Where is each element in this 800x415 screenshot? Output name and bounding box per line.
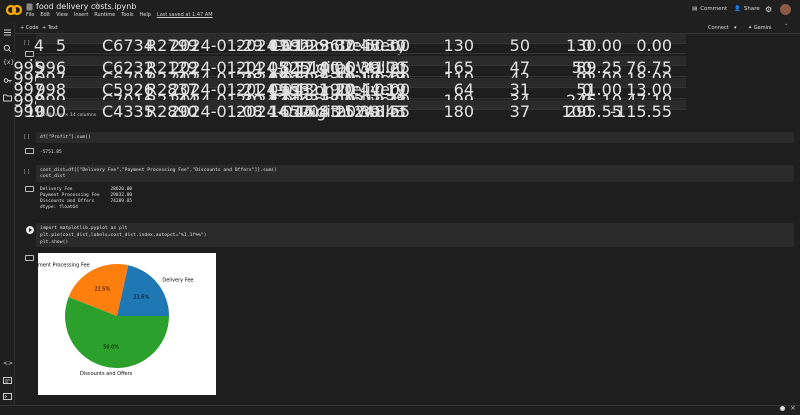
comment-label: Comment — [700, 6, 728, 12]
pie-category-label: Delivery Fee — [162, 277, 193, 283]
collapse-chevron-up-icon[interactable]: ˄ — [785, 24, 788, 30]
comment-icon: ▤ — [692, 6, 698, 12]
menu-edit[interactable]: Edit — [40, 12, 50, 18]
share-button[interactable]: 👤 Share — [734, 6, 760, 12]
cell-1-output: -5751.85 — [40, 150, 62, 155]
menu-file[interactable]: File — [26, 12, 34, 18]
add-code-button[interactable]: + Code — [20, 25, 39, 31]
last-saved-link[interactable]: Last saved at 1:47 AM — [157, 12, 213, 18]
files-folder-icon[interactable] — [3, 93, 12, 102]
pie-category-label: Payment Processing Fee — [38, 263, 90, 269]
table-cell: 248.55 — [354, 102, 410, 121]
share-icon: 👤 — [734, 6, 741, 12]
pie-category-label: Discounts and Offers — [80, 371, 133, 377]
code-line: cost_dist=df[["Delivery Fee","Payment Pr… — [40, 168, 278, 173]
star-icon[interactable]: ☆ — [93, 1, 101, 11]
close-icon[interactable]: × — [790, 404, 796, 412]
drive-file-icon — [26, 3, 33, 11]
avatar[interactable] — [780, 4, 791, 15]
table-row: 995 996 C6232 R2129 2024-01-14 05:57:00 2024-… — [13, 56, 686, 77]
comment-button[interactable]: ▤ Comment — [692, 6, 727, 12]
pie-percent-label: 56.0% — [103, 345, 119, 351]
toolbar — [0, 22, 800, 34]
menu-view[interactable]: View — [56, 12, 68, 18]
gemini-button[interactable]: ✦ Gemini — [748, 25, 772, 31]
code-view-icon[interactable]: <> — [3, 360, 13, 367]
menu-tools[interactable]: Tools — [121, 12, 133, 18]
settings-gear-icon[interactable]: ⚙ — [765, 5, 772, 14]
add-text-button[interactable]: + Text — [42, 25, 58, 31]
menu-help[interactable]: Help — [140, 12, 151, 18]
code-line: import matplotlib.pyplot as plt — [40, 226, 128, 231]
code-cell-1[interactable] — [36, 132, 794, 143]
connect-button[interactable]: Connect — [708, 25, 729, 31]
code-line: df["Profit"].sum() — [40, 135, 91, 140]
share-label: Share — [743, 6, 760, 12]
secrets-key-icon[interactable] — [3, 76, 12, 85]
code-line: plt.show() — [40, 240, 69, 245]
code-line: plt.pie(cost_dist,labels=cost_dist.index… — [40, 233, 207, 238]
table-row: 4 5 C6734 R2799 2024-01-29 01:19:36 2024-01-2… — [34, 34, 686, 55]
dataframe-shape: 1000 rows × 14 columns — [40, 113, 97, 118]
pie-chart: 21.6% Delivery Fee 22.5% Payment Processing… — [38, 253, 216, 395]
table-row: 998999C7016R21442024-01-30 22:23:382024-… — [13, 89, 686, 110]
table-cell: 180 — [443, 102, 474, 121]
colab-window: { "header": { "notebook_title": "food de… — [0, 0, 800, 415]
terminal-icon[interactable] — [3, 392, 12, 401]
cell-run-bracket[interactable]: [ ] — [24, 169, 30, 175]
table-row: 996997C6797R27422024-01-28 08:50:432024-… — [13, 67, 686, 88]
cell-run-bracket[interactable]: [ ] — [24, 134, 30, 140]
pie-percent-label: 22.5% — [94, 286, 110, 292]
connect-dropdown-chevron-down-icon[interactable]: ▾ — [734, 25, 737, 31]
table-cell: -115.55 — [610, 102, 672, 121]
menu-bar: File Edit View Insert Runtime Tools Help… — [26, 12, 213, 18]
command-palette-icon[interactable] — [3, 376, 12, 385]
table-row: 997 998 C5926 R2837 2024-01-21 09:43:19 2024-… — [13, 78, 686, 99]
gemini-label: Gemini — [753, 25, 772, 31]
colab-logo-icon[interactable] — [6, 3, 22, 17]
notebook-title[interactable]: food delivery costs.ipynb — [36, 2, 136, 11]
status-bar — [0, 405, 800, 415]
output-toggle-icon[interactable] — [25, 255, 34, 261]
status-dot-icon — [780, 406, 785, 411]
cell-2-output: Delivery Fee 28620.00 Payment Processing… — [40, 187, 133, 210]
table-of-contents-icon[interactable] — [3, 28, 12, 37]
table-row: 999 1000 C4335 R2890 2024-01-08 14:46:43 2024… — [13, 100, 686, 121]
menu-insert[interactable]: Insert — [74, 12, 88, 18]
table-row: ........................................… — [29, 44, 686, 65]
code-line: cost_dist — [40, 174, 66, 179]
pie-percent-label: 21.6% — [133, 294, 149, 300]
output-toggle-icon[interactable] — [25, 186, 34, 192]
table-cell: 37 — [509, 102, 530, 121]
output-toggle-icon[interactable] — [25, 148, 34, 154]
table-cell: 1000 — [25, 102, 66, 121]
run-cell-button[interactable] — [26, 226, 34, 234]
menu-runtime[interactable]: Runtime — [94, 12, 115, 18]
search-icon[interactable] — [3, 44, 12, 53]
